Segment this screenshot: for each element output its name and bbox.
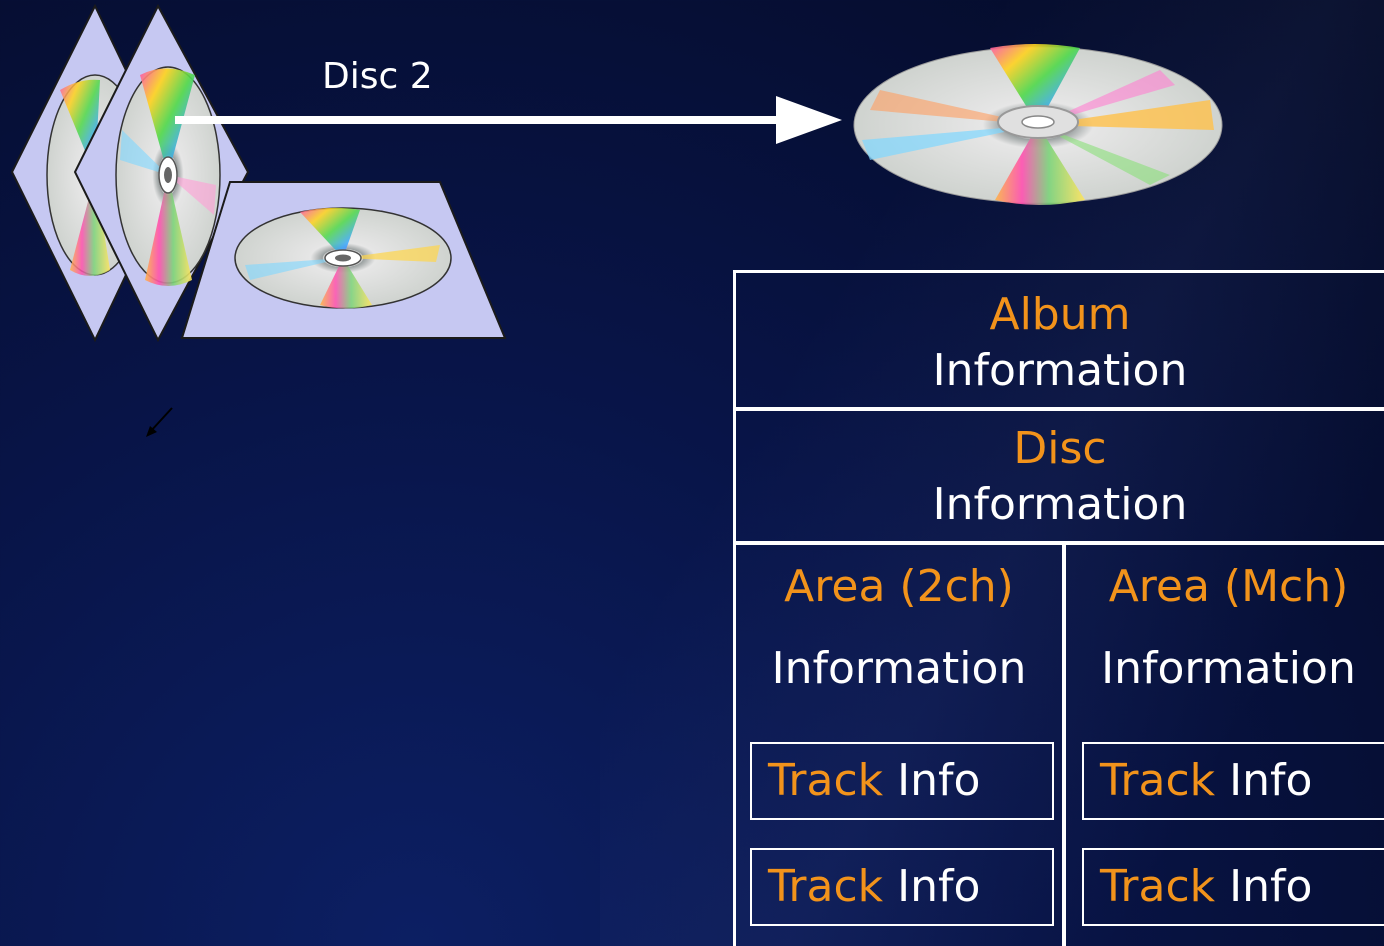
album-label: Album <box>989 289 1131 340</box>
area-mch-column: Area (Mch) Information Track Info Track … <box>1070 545 1384 946</box>
data-hierarchy-table: Album Information Disc Information Area … <box>733 270 1384 946</box>
track-label: Track <box>1100 861 1216 912</box>
area-2ch-title: Area (2ch) <box>784 561 1014 612</box>
cd-disc-icon <box>853 44 1223 205</box>
disc-card-3 <box>180 181 507 339</box>
track-label: Track <box>768 861 884 912</box>
track-info-box: Track Info <box>750 742 1054 820</box>
track-info-box: Track Info <box>1082 742 1384 820</box>
album-info-label: Information <box>932 345 1188 396</box>
track-info-label: Info <box>1229 861 1313 912</box>
disc-info-label: Information <box>932 479 1188 530</box>
disc-label: Disc <box>1013 423 1107 474</box>
track-info-box: Track Info <box>1082 848 1384 926</box>
arrow-to-disc-icon <box>175 96 842 144</box>
track-label: Track <box>768 755 884 806</box>
track-info-box: Track Info <box>750 848 1054 926</box>
area-mch-info: Information <box>1101 643 1356 694</box>
area-2ch-info: Information <box>771 643 1027 694</box>
album-information-row: Album Information <box>736 273 1384 411</box>
disc-information-row: Disc Information <box>736 411 1384 545</box>
track-info-label: Info <box>897 861 981 912</box>
small-arrow-icon <box>146 407 173 437</box>
area-2ch-column: Area (2ch) Information Track Info Track … <box>736 545 1066 946</box>
track-info-label: Info <box>1229 755 1313 806</box>
track-info-label: Info <box>897 755 981 806</box>
disc-2-label: Disc 2 <box>322 56 433 97</box>
area-mch-title: Area (Mch) <box>1108 561 1349 612</box>
track-label: Track <box>1100 755 1216 806</box>
